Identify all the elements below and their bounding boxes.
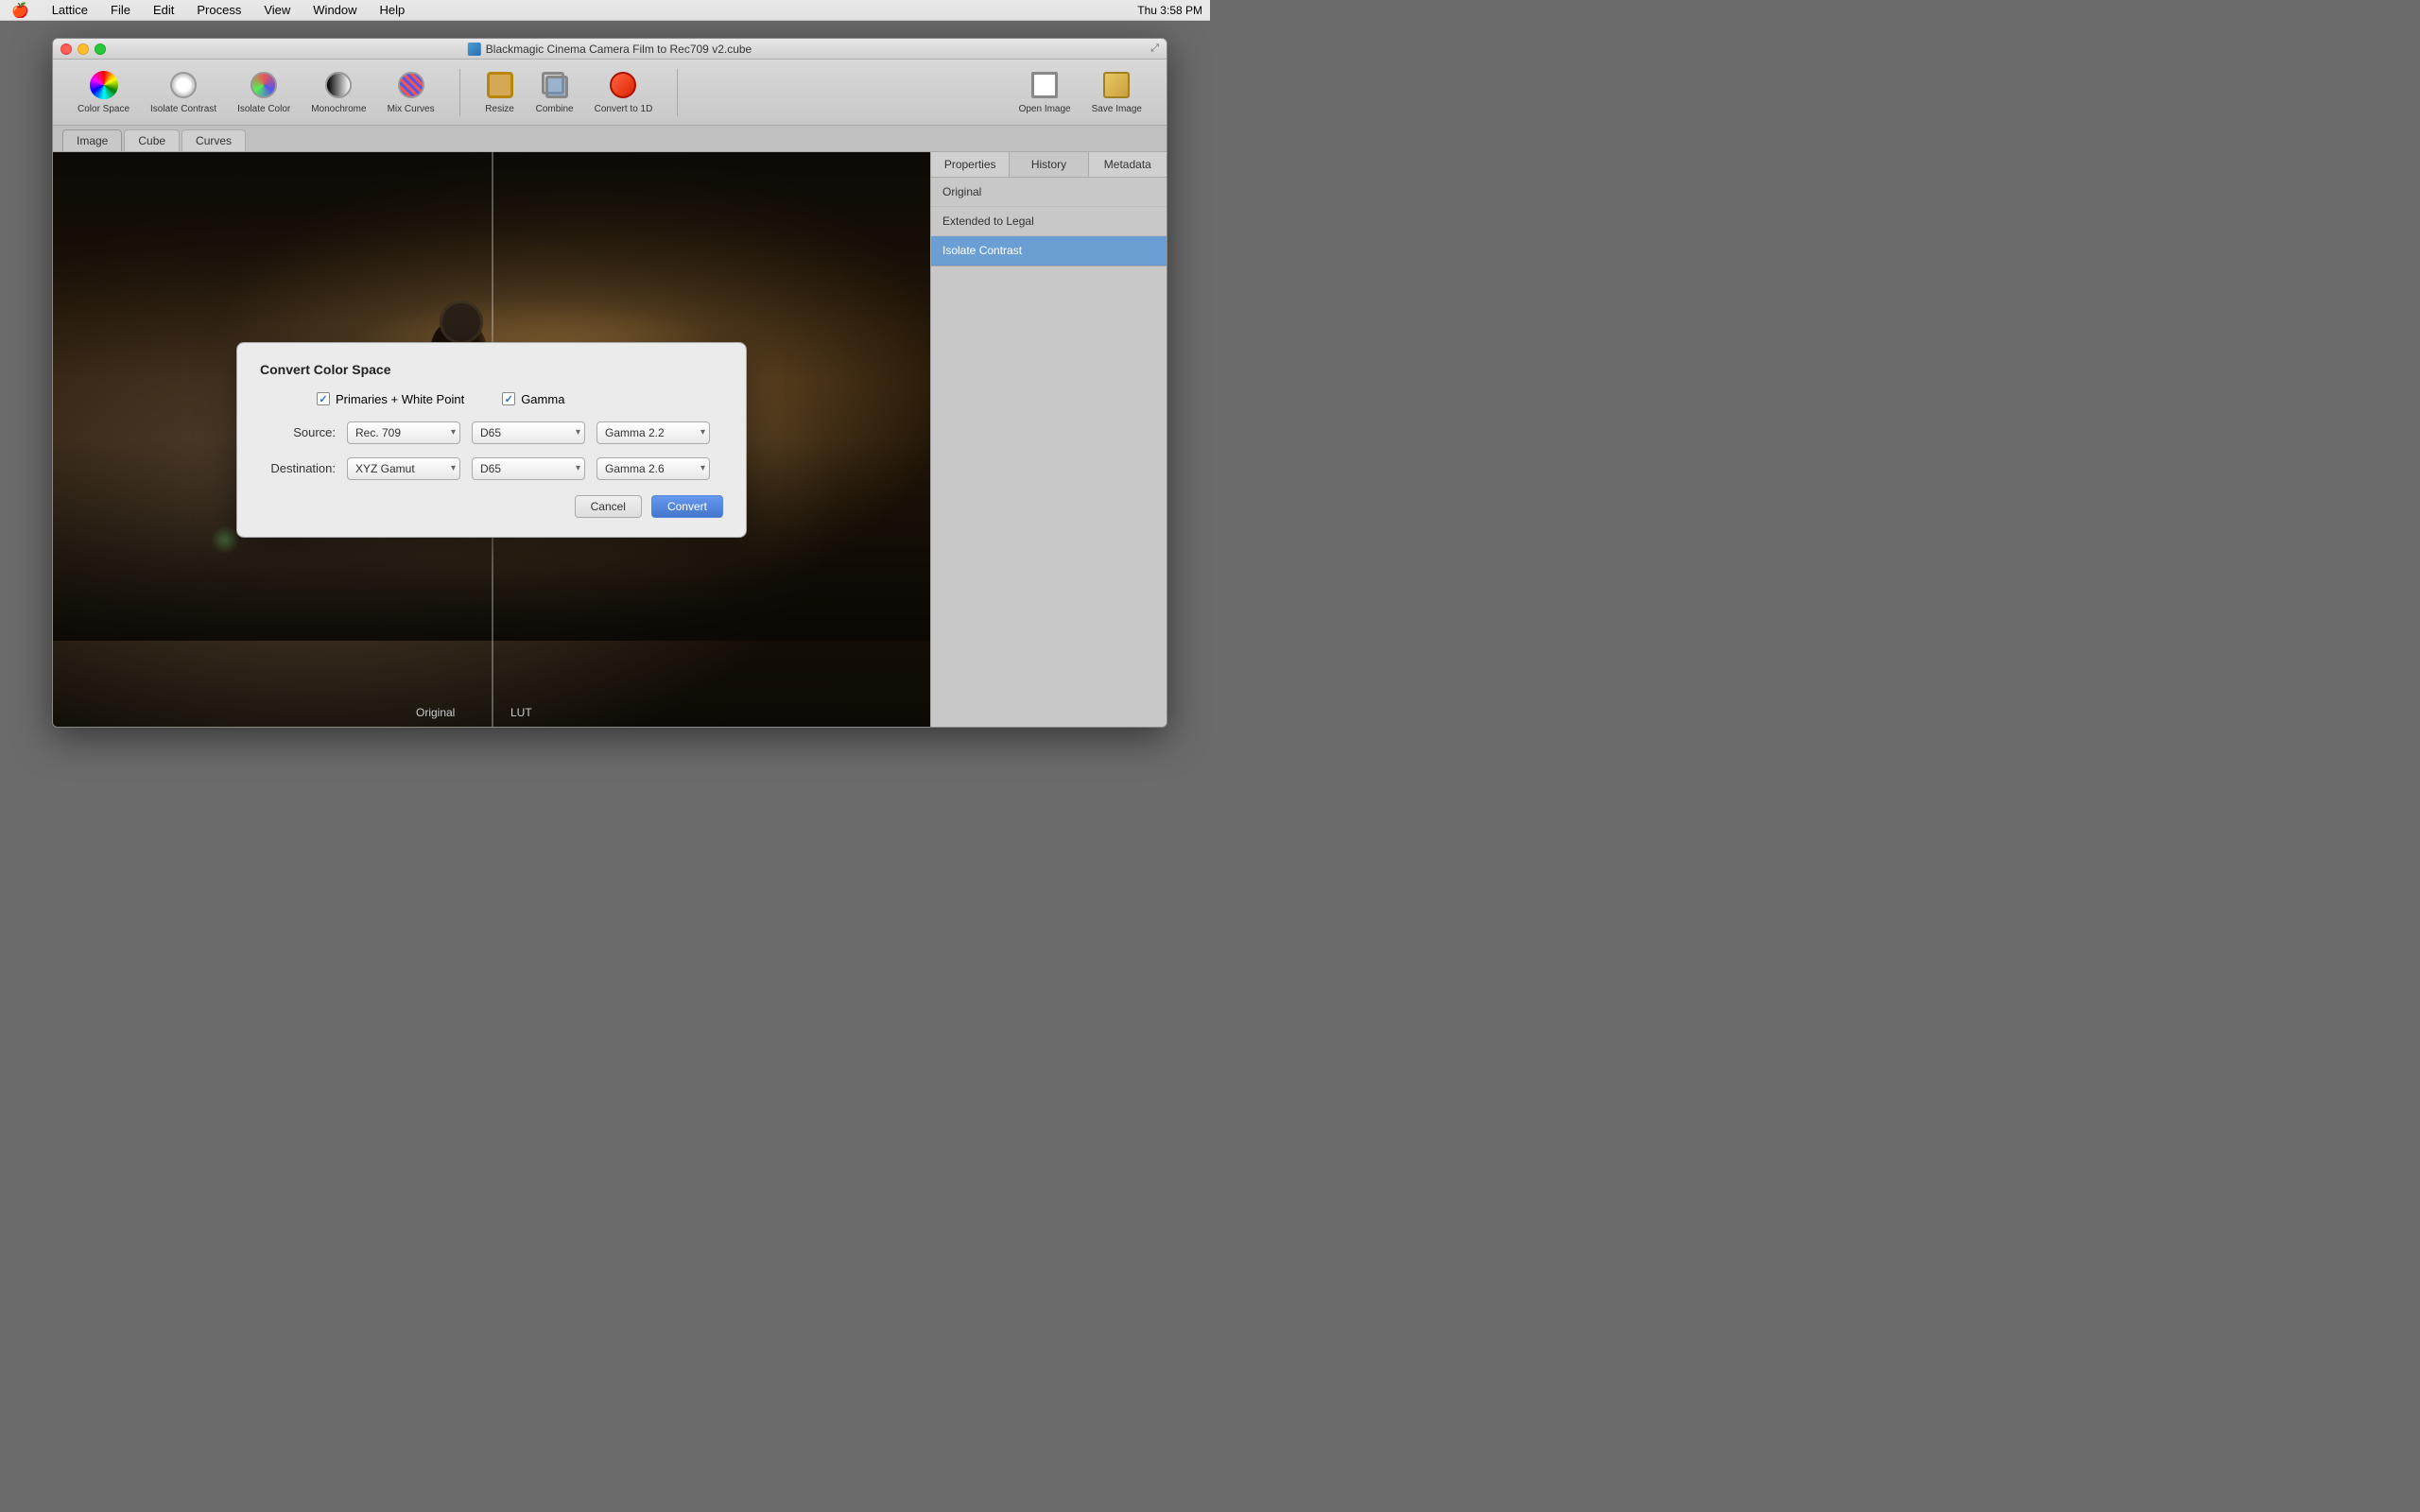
toolbar-isolate-color-label: Isolate Color <box>237 104 290 114</box>
history-item-isolate-contrast[interactable]: Isolate Contrast <box>931 236 1167 266</box>
mix-curves-icon <box>396 70 426 100</box>
toolbar-isolate-contrast[interactable]: Isolate Contrast <box>145 66 222 118</box>
tab-metadata[interactable]: Metadata <box>1089 152 1167 177</box>
toolbar-combine[interactable]: Combine <box>530 66 579 118</box>
source-primary-wrapper[interactable]: Rec. 709 sRGB DCI-P3 Adobe RGB <box>347 421 460 444</box>
toolbar-convert-1d-label: Convert to 1D <box>595 104 653 114</box>
primaries-whitepoint-checkbox[interactable] <box>317 392 330 405</box>
dest-whitepoint-select[interactable]: D65 D60 D50 <box>472 457 585 480</box>
dialog-buttons: Cancel Convert <box>260 495 723 518</box>
maximize-button[interactable] <box>95 43 106 55</box>
toolbar-resize[interactable]: Resize <box>479 66 521 118</box>
open-image-icon <box>1029 70 1060 100</box>
dest-primary-wrapper[interactable]: XYZ Gamut Rec. 709 sRGB DCI-P3 <box>347 457 460 480</box>
menu-edit[interactable]: Edit <box>149 3 178 17</box>
toolbar-separator-1 <box>459 69 460 116</box>
toolbar-convert-1d[interactable]: Convert to 1D <box>589 66 659 118</box>
gamma-checkbox-item[interactable]: Gamma <box>502 392 564 406</box>
dialog-checkboxes: Primaries + White Point Gamma <box>260 392 723 406</box>
menu-process[interactable]: Process <box>193 3 245 17</box>
toolbar-open-image-label: Open Image <box>1019 104 1071 114</box>
menu-window[interactable]: Window <box>309 3 360 17</box>
titlebar: Blackmagic Cinema Camera Film to Rec709 … <box>53 39 1167 60</box>
toolbar-separator-2 <box>677 69 678 116</box>
toolbar-color-space[interactable]: Color Space <box>72 66 135 118</box>
right-panel-tabs: Properties History Metadata <box>931 152 1167 178</box>
apple-menu[interactable]: 🍎 <box>8 2 33 19</box>
source-gamma-select[interactable]: Gamma 2.2 Gamma 2.4 sRGB Linear <box>596 421 710 444</box>
menu-datetime: Thu 3:58 PM <box>1137 4 1202 17</box>
isolate-color-icon <box>249 70 279 100</box>
source-gamma-wrapper[interactable]: Gamma 2.2 Gamma 2.4 sRGB Linear <box>596 421 710 444</box>
cancel-button[interactable]: Cancel <box>575 495 642 518</box>
destination-row: Destination: XYZ Gamut Rec. 709 sRGB DCI… <box>260 457 723 480</box>
dest-gamma-wrapper[interactable]: Gamma 2.6 Gamma 2.2 Gamma 2.4 Linear <box>596 457 710 480</box>
convert-button[interactable]: Convert <box>651 495 723 518</box>
convert-color-space-dialog: Convert Color Space Primaries + White Po… <box>236 342 747 538</box>
source-whitepoint-select[interactable]: D65 D60 D50 <box>472 421 585 444</box>
minimize-button[interactable] <box>78 43 89 55</box>
menu-lattice[interactable]: Lattice <box>48 3 92 17</box>
primaries-whitepoint-label: Primaries + White Point <box>336 392 464 406</box>
source-whitepoint-wrapper[interactable]: D65 D60 D50 <box>472 421 585 444</box>
tab-history[interactable]: History <box>1010 152 1088 177</box>
convert-1d-icon <box>608 70 638 100</box>
toolbar-isolate-color[interactable]: Isolate Color <box>232 66 296 118</box>
toolbar-mix-curves-label: Mix Curves <box>388 104 435 114</box>
expand-button[interactable]: ⤢ <box>1150 43 1159 55</box>
toolbar-open-image[interactable]: Open Image <box>1013 66 1077 118</box>
tab-cube[interactable]: Cube <box>124 129 180 151</box>
toolbar: Color Space Isolate Contrast Isolate Col… <box>53 60 1167 126</box>
save-image-icon <box>1101 70 1132 100</box>
toolbar-combine-label: Combine <box>536 104 574 114</box>
history-item-extended-to-legal[interactable]: Extended to Legal <box>931 207 1167 236</box>
menu-help[interactable]: Help <box>376 3 409 17</box>
close-button[interactable] <box>60 43 72 55</box>
source-primary-select[interactable]: Rec. 709 sRGB DCI-P3 Adobe RGB <box>347 421 460 444</box>
main-tabbar: Image Cube Curves <box>53 126 1167 152</box>
dest-gamma-select[interactable]: Gamma 2.6 Gamma 2.2 Gamma 2.4 Linear <box>596 457 710 480</box>
file-icon <box>468 43 481 56</box>
content-area: Original LUT Convert Color Space Primari… <box>53 152 1167 727</box>
history-item-original[interactable]: Original <box>931 178 1167 207</box>
dest-whitepoint-wrapper[interactable]: D65 D60 D50 <box>472 457 585 480</box>
toolbar-color-space-label: Color Space <box>78 104 130 114</box>
color-space-icon <box>89 70 119 100</box>
toolbar-save-image-label: Save Image <box>1092 104 1142 114</box>
traffic-lights <box>60 43 106 55</box>
source-row: Source: Rec. 709 sRGB DCI-P3 Adobe RGB <box>260 421 723 444</box>
monochrome-icon <box>323 70 354 100</box>
toolbar-monochrome[interactable]: Monochrome <box>305 66 372 118</box>
menubar: 🍎 Lattice File Edit Process View Window … <box>0 0 1210 21</box>
right-panel: Properties History Metadata Original Ext… <box>930 152 1167 727</box>
combine-icon <box>540 70 570 100</box>
toolbar-resize-label: Resize <box>485 104 514 114</box>
isolate-contrast-icon <box>168 70 199 100</box>
menu-view[interactable]: View <box>260 3 294 17</box>
menubar-right: Thu 3:58 PM <box>1137 4 1202 17</box>
toolbar-save-image[interactable]: Save Image <box>1086 66 1148 118</box>
history-list: Original Extended to Legal Isolate Contr… <box>931 178 1167 727</box>
destination-label: Destination: <box>260 461 336 475</box>
image-area: Original LUT Convert Color Space Primari… <box>53 152 930 727</box>
toolbar-mix-curves[interactable]: Mix Curves <box>382 66 441 118</box>
primaries-whitepoint-checkbox-item[interactable]: Primaries + White Point <box>317 392 464 406</box>
dialog-overlay: Convert Color Space Primaries + White Po… <box>53 152 930 727</box>
window-title: Blackmagic Cinema Camera Film to Rec709 … <box>468 43 752 56</box>
source-label: Source: <box>260 425 336 439</box>
menu-file[interactable]: File <box>107 3 134 17</box>
toolbar-isolate-contrast-label: Isolate Contrast <box>150 104 216 114</box>
dialog-title: Convert Color Space <box>260 362 723 377</box>
tab-properties[interactable]: Properties <box>931 152 1010 177</box>
toolbar-monochrome-label: Monochrome <box>311 104 366 114</box>
window-title-text: Blackmagic Cinema Camera Film to Rec709 … <box>486 43 752 56</box>
tab-curves[interactable]: Curves <box>182 129 246 151</box>
gamma-checkbox[interactable] <box>502 392 515 405</box>
gamma-label: Gamma <box>521 392 564 406</box>
dest-primary-select[interactable]: XYZ Gamut Rec. 709 sRGB DCI-P3 <box>347 457 460 480</box>
resize-icon <box>485 70 515 100</box>
main-window: Blackmagic Cinema Camera Film to Rec709 … <box>52 38 1167 728</box>
tab-image[interactable]: Image <box>62 129 122 151</box>
